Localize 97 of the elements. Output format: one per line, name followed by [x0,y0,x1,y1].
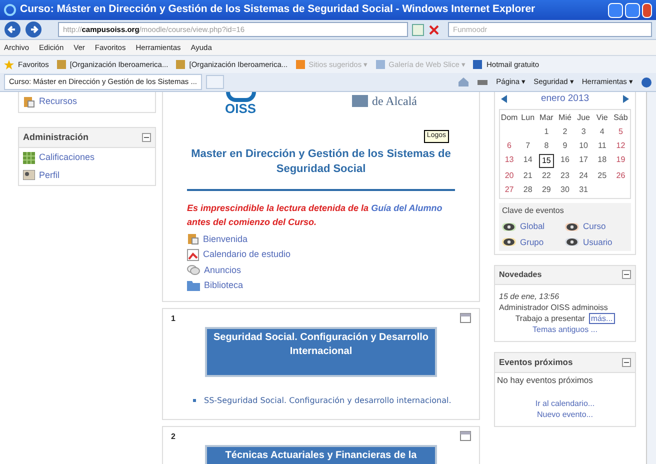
forward-button[interactable] [25,21,42,38]
collapse-icon[interactable] [142,132,151,142]
calendar-day[interactable]: 29 [540,184,553,196]
calendar-day[interactable]: 15 [538,154,554,168]
window-icon[interactable] [460,430,471,440]
block-link[interactable]: Recursos [39,95,78,108]
window-title: Curso: Máster en Dirección y Gestión de los Sistemas de Seguridad Social - Windows Internet Explorer [20,2,536,18]
post-author: Administrador OISS adminoiss [499,302,609,313]
folder-icon [187,280,200,292]
back-button[interactable] [4,21,21,38]
weekday-label: Sáb [612,112,629,124]
university-logo: de Alcalá [352,92,417,110]
more-link[interactable]: más... [588,312,615,324]
block-title: Administración [23,130,89,144]
calendar-day[interactable]: 31 [577,184,590,196]
block-title: Eventos próximos [499,356,573,368]
calendar-day[interactable]: 14 [521,154,534,168]
weekday-label: Mié [558,112,572,124]
scrollbar[interactable] [646,92,656,464]
post-title: Trabajo a presentar [515,312,585,324]
calendar-day[interactable]: 23 [558,170,572,182]
older-topics-link[interactable]: Temas antiguos ... [499,324,631,335]
block-link[interactable]: Calificaciones [39,151,95,164]
block-title: Novedades [499,268,542,281]
calendar-day[interactable]: 11 [596,140,608,152]
resource-link[interactable]: Biblioteca [204,279,244,292]
calendar-day[interactable]: 1 [542,126,551,138]
resource-icon [187,233,199,246]
section-number: 1 [171,312,176,324]
calendar-day[interactable]: 25 [596,170,609,182]
previous-month-button[interactable] [501,95,507,104]
weekday-label: Dom [500,112,519,124]
weekday-label: Vie [595,112,609,124]
calendar-day[interactable]: 19 [614,154,628,168]
maximize-button[interactable] [625,2,640,18]
calendar-day[interactable]: 6 [505,140,514,152]
oiss-logo: OISS [225,92,256,115]
events-key-title: Clave de eventos [502,205,565,218]
calendar-day[interactable]: 3 [579,126,588,138]
calendar-day[interactable]: 17 [577,154,590,168]
weekday-label: Lun [520,112,536,124]
calendar-day[interactable]: 24 [577,170,590,182]
collapse-icon[interactable] [622,358,631,367]
calendar-day[interactable]: 22 [540,170,553,182]
post-date: 15 de ene, 13:56 [499,290,560,302]
calendar-day[interactable]: 7 [524,140,532,152]
browser-logo-icon [4,4,16,16]
stop-icon[interactable] [428,24,440,36]
window-icon[interactable] [460,312,471,322]
event-type-link[interactable]: Grupo [520,236,544,249]
calendar-day[interactable]: 9 [560,140,570,152]
speech-bubbles-icon [187,264,200,276]
calendar-link[interactable]: Nuevo evento... [536,408,594,420]
section-banner: Seguridad Social. Configuración y Desarrollo Internacional [205,326,437,376]
calendar-day[interactable]: 30 [558,184,572,196]
calendar-day[interactable]: 28 [521,184,534,196]
resource-link[interactable]: Bienvenida [203,232,248,246]
weekday-label: Mar [538,112,554,124]
calendar-day[interactable]: 21 [521,170,534,182]
weekday-label: Jue [576,112,592,124]
course-title: Master en Dirección y Gestión de los Sistemas de Seguridad Social [190,146,452,176]
next-month-button[interactable] [622,95,629,104]
resource-icon [23,96,35,108]
calendar-day[interactable]: 27 [502,184,516,196]
month-title: enero 2013 [540,92,590,106]
calendar-day[interactable]: 20 [502,170,516,182]
calendar-day[interactable]: 2 [560,126,570,138]
section-link[interactable]: SS-Seguridad Social. Configuración y desarrollo internacional. [204,394,452,406]
collapse-icon[interactable] [622,270,631,280]
no-events-text: No hay eventos próximos [497,374,594,386]
event-type-link[interactable]: Global [520,220,545,233]
calendar-day[interactable]: 16 [558,154,572,168]
guide-link[interactable]: Guía del Alumno [371,202,442,212]
calendar-day[interactable]: 26 [614,170,628,182]
notice-text: Es imprescindible la lectura detenida de la Guía del Alumno antes del comienzo del Curso. [187,202,444,228]
grid-icon [23,152,35,164]
section-number: 2 [171,430,176,442]
star-icon [4,60,14,70]
resource-link[interactable]: Anuncios [204,264,242,277]
calendar-day[interactable]: 18 [596,154,609,168]
close-button[interactable] [642,2,652,18]
calendar-day[interactable]: 5 [616,126,625,138]
card-icon [23,170,35,180]
block-link[interactable]: Perfil [39,168,60,182]
help-icon[interactable] [641,76,652,88]
minimize-button[interactable] [608,2,623,18]
calendar-icon [187,248,199,261]
resource-link[interactable]: Calendario de estudio [203,248,291,262]
calendar-day[interactable]: 8 [542,140,551,152]
event-type-link[interactable]: Curso [583,220,606,233]
calendar-day[interactable]: 10 [577,140,590,152]
calendar-link[interactable]: Ir al calendario... [535,398,595,408]
calendar-day[interactable]: 4 [598,126,606,138]
event-type-link[interactable]: Usuario [583,236,612,249]
section-banner: Técnicas Actuariales y Financieras de la [205,444,437,464]
calendar-day[interactable]: 12 [614,140,628,152]
calendar-day[interactable]: 13 [502,154,516,168]
